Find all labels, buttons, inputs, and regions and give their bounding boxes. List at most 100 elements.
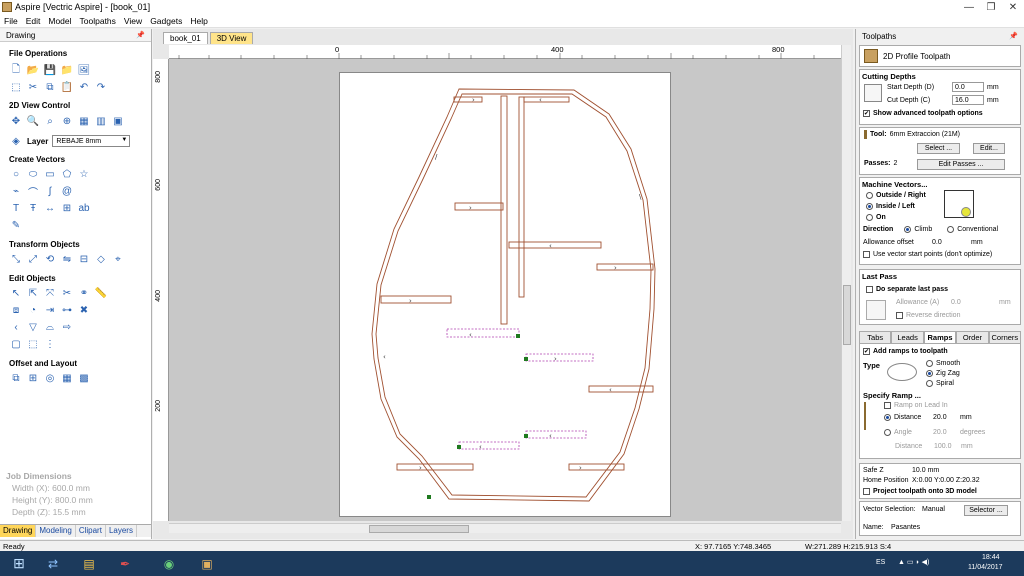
tab-3d-view[interactable]: 3D View <box>209 32 254 44</box>
fillet-icon[interactable]: ◔ <box>26 303 40 317</box>
shelf-6[interactable] <box>396 463 474 471</box>
edit-tool-button[interactable]: Edit... <box>973 143 1005 154</box>
smooth-radio[interactable] <box>926 360 933 367</box>
tab-leads[interactable]: Leads <box>891 331 924 343</box>
tab-corners[interactable]: Corners <box>988 331 1022 343</box>
tab-modeling[interactable]: Modeling <box>36 525 76 537</box>
close-button[interactable]: ✕ <box>1002 0 1024 14</box>
new-file-icon[interactable]: 🗋 <box>9 63 23 77</box>
open-file-icon[interactable]: 📂 <box>26 63 40 77</box>
spiral-icon[interactable]: @ <box>60 184 74 198</box>
scale-icon[interactable]: ⤢ <box>26 252 40 266</box>
tab-layers[interactable]: Layers <box>106 525 137 537</box>
outer-profile-path[interactable] <box>371 88 656 502</box>
offset-vectors-icon[interactable]: ⧈ <box>9 303 23 317</box>
start-depth-input[interactable]: 0.0 <box>952 82 984 92</box>
shelf-2[interactable] <box>508 241 602 249</box>
import-bitmap-icon[interactable]: 🖼 <box>77 63 91 77</box>
tab-drawing[interactable]: Drawing <box>0 525 37 537</box>
on-radio[interactable] <box>866 214 873 221</box>
tab-ramps[interactable]: Ramps <box>923 331 957 343</box>
text-icon[interactable]: T <box>9 201 23 215</box>
polyline-icon[interactable]: ⌁ <box>9 184 23 198</box>
horizontal-scroll-thumb[interactable] <box>369 525 469 533</box>
name-value[interactable]: Pasantes <box>891 524 920 531</box>
extend-icon[interactable]: ⇥ <box>43 303 57 317</box>
move-icon[interactable]: ⤡ <box>9 252 23 266</box>
import-icon[interactable]: 📁 <box>60 63 74 77</box>
file-explorer-icon[interactable]: ▤ <box>72 553 106 574</box>
clock-date[interactable]: 11/04/2017 <box>968 564 1003 571</box>
menu-toolpaths[interactable]: Toolpaths <box>76 16 120 26</box>
polygon-icon[interactable]: ⬠ <box>60 167 74 181</box>
node-edit-icon[interactable]: ⇱ <box>26 286 40 300</box>
nesting-icon[interactable]: ▦ <box>60 371 74 385</box>
edit-passes-button[interactable]: Edit Passes ... <box>917 159 1005 170</box>
vertical-scroll-thumb[interactable] <box>843 285 851 345</box>
top-notch-right[interactable] <box>523 96 570 103</box>
save-icon[interactable]: 💾 <box>43 63 57 77</box>
rotate-icon[interactable]: ⟲ <box>43 252 57 266</box>
split-view-icon[interactable]: ▥ <box>94 114 108 128</box>
zigzag-radio[interactable] <box>926 370 933 377</box>
pasante-1[interactable] <box>446 328 520 338</box>
angle-radio[interactable] <box>884 429 891 436</box>
horizontal-scrollbar[interactable] <box>169 523 841 533</box>
ramp-on-lead-checkbox[interactable] <box>884 402 891 409</box>
shelf-4[interactable] <box>380 295 452 304</box>
minimize-button[interactable]: — <box>958 0 980 14</box>
spiral-radio[interactable] <box>926 380 933 387</box>
tab-tabs[interactable]: Tabs <box>859 331 892 343</box>
rectangle-icon[interactable]: ▭ <box>43 167 57 181</box>
tab-clipart[interactable]: Clipart <box>76 525 106 537</box>
zoom-in-icon[interactable]: ⊕ <box>60 114 74 128</box>
language-indicator[interactable]: ES <box>876 559 885 566</box>
inside-left-radio[interactable] <box>866 203 873 210</box>
vertical-scrollbar[interactable] <box>841 45 851 521</box>
distance2-value[interactable]: 100.0 <box>934 443 958 450</box>
block-copy-icon[interactable]: ▩ <box>77 371 91 385</box>
star-icon[interactable]: ☆ <box>77 167 91 181</box>
mirror-icon[interactable]: ⇋ <box>60 252 74 266</box>
menu-model[interactable]: Model <box>44 16 75 26</box>
start-marker-4[interactable] <box>457 445 461 449</box>
menu-help[interactable]: Help <box>186 16 211 26</box>
pin-icon[interactable]: 📌 <box>136 31 145 39</box>
circular-array-icon[interactable]: ◎ <box>43 371 57 385</box>
circle-icon[interactable]: ○ <box>9 167 23 181</box>
start-marker-2[interactable] <box>524 357 528 361</box>
layer-select[interactable]: REBAJE 8mm ▼ <box>52 135 131 147</box>
distance-radio[interactable] <box>884 414 891 421</box>
show-advanced-checkbox[interactable]: ✔ <box>863 110 870 117</box>
separate-last-pass-checkbox[interactable] <box>866 286 873 293</box>
start-marker-3[interactable] <box>524 434 528 438</box>
material-view-icon[interactable]: ▦ <box>77 114 91 128</box>
select-tool-button[interactable]: Select ... <box>917 143 960 154</box>
draw-tool-icon[interactable]: ✎ <box>9 218 23 232</box>
redo-icon[interactable]: ↷ <box>94 80 108 94</box>
toolpath-drawing[interactable]: › ‹ › ‹ › › ‹ › › ‹ › ‹ ‹ ‹ / \ <box>169 59 841 521</box>
aspire-taskbar-icon[interactable]: ▣ <box>190 553 224 574</box>
outer-profile-inner-path[interactable] <box>375 93 652 498</box>
menu-file[interactable]: File <box>0 16 22 26</box>
add-ramps-checkbox[interactable]: ✔ <box>863 348 870 355</box>
menu-edit[interactable]: Edit <box>22 16 45 26</box>
chrome-icon[interactable]: ◉ <box>152 553 186 574</box>
pan-icon[interactable]: ✥ <box>9 114 23 128</box>
shelf-3[interactable] <box>596 263 654 271</box>
tab-book01[interactable]: book_01 <box>163 32 208 44</box>
tray-icons[interactable]: ▲ ▭ ◗ ◀) <box>898 558 929 566</box>
join-icon[interactable]: ⊶ <box>60 303 74 317</box>
use-vector-start-checkbox[interactable] <box>863 251 870 258</box>
selector-button[interactable]: Selector ... <box>964 505 1008 516</box>
distort-icon[interactable]: ◇ <box>94 252 108 266</box>
climb-radio[interactable] <box>904 226 912 233</box>
project-3d-checkbox[interactable] <box>863 488 870 495</box>
toggle-view-icon[interactable]: ▣ <box>111 114 125 128</box>
outside-right-radio[interactable] <box>866 192 873 199</box>
shelf-1[interactable] <box>454 202 504 211</box>
pasante-3[interactable] <box>525 430 587 439</box>
clock-time[interactable]: 18:44 <box>982 554 1000 561</box>
undo-icon[interactable]: ↶ <box>77 80 91 94</box>
allowance-a-value[interactable]: 0.0 <box>951 299 996 306</box>
